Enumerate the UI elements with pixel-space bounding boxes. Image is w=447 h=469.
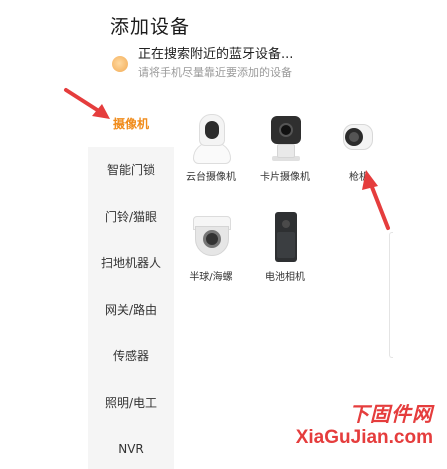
device-label: 卡片摄像机 [260, 172, 310, 183]
device-label: 半球/海螺 [189, 272, 233, 283]
search-hint-text: 请将手机尽量靠近要添加的设备 [138, 66, 292, 79]
watermark-site: XiaGuJian.com [295, 427, 433, 448]
device-battery-camera[interactable]: 电池相机 [250, 212, 320, 283]
sidebar-item-gateway-router[interactable]: 网关/路由 [88, 286, 174, 333]
device-label: 云台摄像机 [186, 172, 236, 183]
device-card-camera[interactable]: 卡片摄像机 [250, 112, 320, 183]
watermark-logo: 下固件网 [349, 402, 433, 426]
sidebar-item-sensor[interactable]: 传感器 [88, 332, 174, 379]
device-label: 电池相机 [265, 272, 305, 283]
panel-edge [389, 232, 393, 358]
watermark: 下固件网 XiaGuJian.com [296, 398, 433, 449]
sidebar-item-nvr[interactable]: NVR [88, 425, 174, 469]
device-pan-tilt-camera[interactable]: 云台摄像机 [176, 112, 246, 183]
dome-camera-icon [189, 212, 233, 262]
sidebar-item-doorbell[interactable]: 门铃/猫眼 [88, 193, 174, 240]
bullet-camera-icon [337, 112, 381, 162]
device-dome-camera[interactable]: 半球/海螺 [176, 212, 246, 283]
bluetooth-search-status: 正在搜索附近的蓝牙设备... 请将手机尽量靠近要添加的设备 [112, 46, 293, 81]
category-sidebar: 摄像机 智能门锁 门铃/猫眼 扫地机器人 网关/路由 传感器 照明/电工 NVR [88, 100, 174, 469]
sidebar-item-robot-vacuum[interactable]: 扫地机器人 [88, 239, 174, 286]
pan-tilt-camera-icon [189, 112, 233, 164]
page-title: 添加设备 [110, 16, 191, 38]
annotation-arrow-icon [362, 170, 390, 230]
searching-indicator-icon [112, 56, 128, 72]
search-status-text: 正在搜索附近的蓝牙设备... [138, 47, 294, 62]
card-camera-icon [263, 112, 307, 162]
sidebar-item-smart-lock[interactable]: 智能门锁 [88, 146, 174, 193]
annotation-arrow-icon [64, 88, 110, 119]
battery-camera-icon [263, 212, 307, 262]
sidebar-item-lighting[interactable]: 照明/电工 [88, 379, 174, 426]
